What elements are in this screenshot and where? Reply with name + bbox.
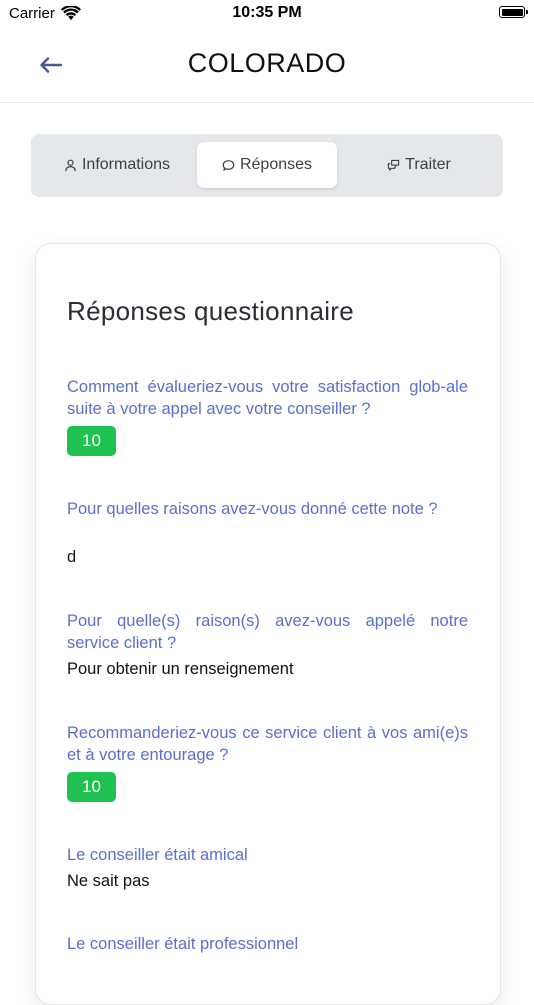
tab-traiter-label: Traiter (405, 156, 451, 173)
status-bar: Carrier 10:35 PM (0, 0, 534, 27)
answer-3: Pour obtenir un renseignement (67, 660, 294, 678)
question-1: Comment évalueriez-vous votre satisfacti… (67, 378, 468, 418)
answer-5: Ne sait pas (67, 872, 150, 890)
tab-reponses-label: Réponses (239, 156, 313, 173)
battery-icon (499, 6, 528, 18)
question-5: Le conseiller était amical (67, 846, 248, 864)
navigation-bar: COLORADO (0, 27, 534, 103)
tab-bar: Informations Réponses Traiter (31, 134, 503, 197)
question-4: Recommanderiez-vous ce service client à … (67, 724, 468, 764)
page-title: COLORADO (187, 48, 347, 78)
conversation-icon (388, 159, 400, 171)
answer-4-badge: 10 (67, 772, 116, 802)
card-title: Réponses questionnaire (67, 296, 355, 326)
chat-bubble-icon (222, 159, 235, 171)
question-2: Pour quelles raisons avez-vous donné cet… (67, 500, 438, 518)
answer-1-badge: 10 (67, 426, 116, 456)
question-3: Pour quelle(s) raison(s) avez-vous appel… (67, 612, 468, 652)
user-icon (65, 159, 76, 171)
question-6: Le conseiller était professionnel (67, 935, 299, 953)
responses-card: Réponses questionnaire Comment évaluerie… (35, 243, 501, 1005)
status-time: 10:35 PM (232, 4, 302, 21)
tab-traiter[interactable]: Traiter (341, 142, 497, 188)
tab-reponses[interactable]: Réponses (197, 142, 337, 188)
answer-2: d (67, 548, 77, 566)
tab-informations-label: Informations (81, 156, 171, 173)
tab-informations[interactable]: Informations (39, 142, 195, 188)
